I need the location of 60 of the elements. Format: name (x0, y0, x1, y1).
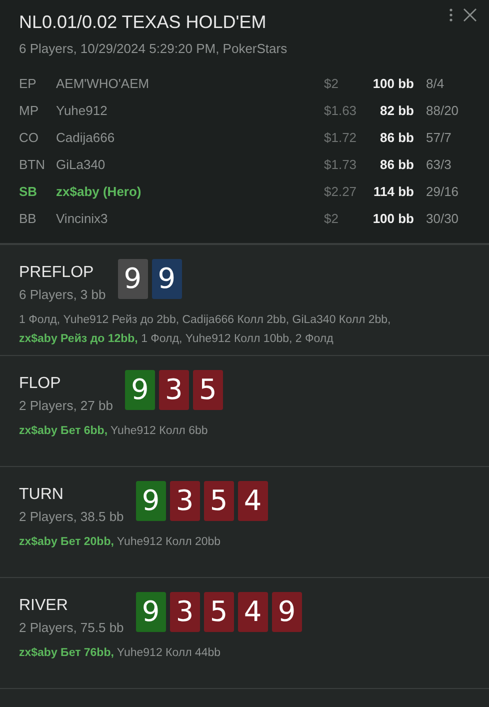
playing-card: 3 (170, 592, 200, 632)
playing-card: 9 (136, 481, 166, 521)
player-position: EP (19, 75, 38, 94)
player-stack: $1.72 (324, 129, 358, 148)
street-actions: zx$aby Бет 20bb, Yuhe912 Колл 20bb (19, 534, 222, 550)
player-name: AEM'WHO'AEM (56, 75, 150, 94)
player-stack-bb: 100 bb (372, 210, 414, 228)
playing-card: 9 (272, 592, 302, 632)
player-name: Cadija666 (56, 129, 116, 148)
hand-title: NL0.01/0.02 TEXAS HOLD'EM (19, 11, 266, 34)
street-info: 2 Players, 75.5 bb (19, 619, 124, 637)
street-actions: zx$aby Бет 76bb, Yuhe912 Колл 44bb (19, 646, 222, 660)
player-position: CO (19, 129, 40, 148)
playing-card: 3 (170, 481, 200, 521)
playing-card: 9 (124, 370, 155, 410)
street-name: FLOP (19, 374, 62, 394)
player-stats: 30/30 (426, 210, 459, 228)
street-name: RIVER (19, 596, 69, 616)
player-position: MP (19, 102, 40, 120)
player-stack-bb: 100 bb (372, 75, 414, 94)
playing-card: 4 (238, 481, 268, 521)
hand-subtitle: 6 Players, 10/29/2024 5:29:20 PM, PokerStars (19, 40, 288, 58)
player-stats: 29/16 (426, 183, 459, 202)
player-position: SB (19, 183, 38, 202)
playing-card: 4 (238, 592, 268, 632)
player-stack: $1.73 (324, 156, 358, 174)
playing-card: 5 (204, 481, 234, 521)
player-stats: 57/7 (426, 129, 452, 148)
playing-card: 9 (152, 259, 182, 299)
playing-card: 9 (118, 259, 148, 299)
player-stats: 8/4 (426, 75, 444, 94)
street-name: PREFLOP (19, 263, 95, 283)
more-icon[interactable] (449, 8, 453, 22)
player-name: Yuhe912 (56, 102, 108, 120)
player-stack: $1.63 (324, 102, 358, 120)
player-name: Vincinix3 (56, 210, 109, 228)
playing-card: 5 (192, 370, 223, 410)
playing-card: 9 (136, 592, 166, 632)
player-position: BTN (19, 156, 46, 174)
street-info: 2 Players, 38.5 bb (19, 508, 124, 526)
player-stack: $2 (324, 75, 340, 94)
street-actions: 1 Фолд, Yuhe912 Рейз до 2bb, Cadija666 Колл 2bb, GiLa340 Колл 2bb, zx$aby Рейз до 12bb, 1 Фолд, Yuhe912 Колл 10bb, 2 Фолд (19, 312, 392, 346)
street-actions: zx$aby Бет 6bb, Yuhe912 Колл 6bb (19, 424, 209, 438)
player-stats: 88/20 (426, 102, 459, 120)
player-stack: $2.27 (324, 183, 358, 202)
player-stack-bb: 82 bb (379, 102, 414, 120)
player-stack: $2 (324, 210, 340, 228)
street-name: TURN (19, 485, 64, 505)
player-name: GiLa340 (56, 156, 106, 174)
player-stats: 63/3 (426, 156, 452, 174)
player-position: BB (19, 210, 38, 228)
playing-card: 3 (158, 370, 189, 410)
playing-card: 5 (204, 592, 234, 632)
player-name: zx$aby (Hero) (56, 183, 142, 202)
player-stack-bb: 114 bb (372, 183, 414, 202)
player-stack-bb: 86 bb (379, 156, 414, 174)
close-icon[interactable] (463, 8, 477, 22)
street-info: 2 Players, 27 bb (19, 397, 113, 415)
player-stack-bb: 86 bb (379, 129, 414, 148)
street-info: 6 Players, 3 bb (19, 286, 106, 304)
